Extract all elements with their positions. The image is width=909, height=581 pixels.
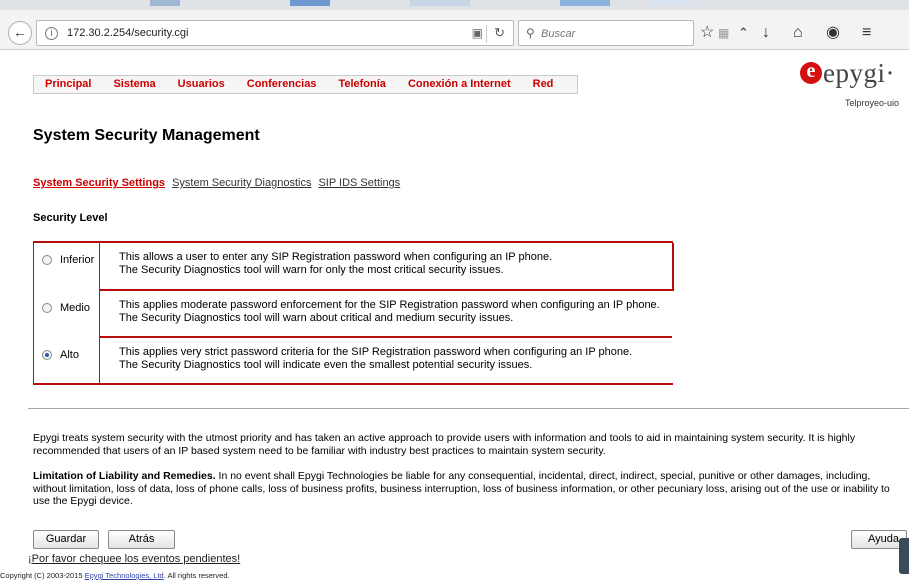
info-icon[interactable]: i: [45, 27, 58, 40]
download-icon[interactable]: ↓: [762, 23, 770, 43]
logo-wordmark: epygi: [823, 58, 886, 88]
main-nav: Principal Sistema Usuarios Conferencias …: [33, 75, 578, 94]
save-button[interactable]: Guardar: [33, 530, 99, 549]
level-description: This applies very strict password criter…: [119, 346, 632, 372]
tab-system-security-diagnostics[interactable]: System Security Diagnostics: [172, 177, 311, 189]
description-line: The Security Diagnostics tool will warn …: [119, 312, 514, 324]
divider: [28, 408, 909, 409]
description-line: This allows a user to enter any SIP Regi…: [119, 251, 553, 263]
level-label[interactable]: Medio: [60, 302, 90, 314]
reload-icon[interactable]: ↻: [494, 25, 505, 41]
tab-strip: [0, 0, 909, 10]
description-line: This applies very strict password criter…: [119, 346, 633, 358]
tab-fragment[interactable]: [150, 0, 180, 6]
tab-system-security-settings[interactable]: System Security Settings: [33, 177, 165, 189]
security-level-table: Inferior This allows a user to enter any…: [33, 241, 674, 385]
nav-item-red[interactable]: Red: [522, 76, 565, 93]
bookmarks-menu-icon[interactable]: ▦: [718, 23, 729, 43]
description-line: The Security Diagnostics tool will indic…: [119, 359, 533, 371]
tab-fragment[interactable]: [650, 0, 690, 6]
pocket-icon[interactable]: ⌃: [738, 23, 749, 43]
hamburger-menu-icon[interactable]: ≡: [862, 23, 871, 43]
epygi-logo: e epygi· Telproyeo-uio: [798, 58, 909, 110]
liability-paragraph: Limitation of Liability and Remedies. In…: [33, 470, 903, 508]
nav-item-telefonia[interactable]: Telefonía: [327, 76, 396, 93]
tab-fragment[interactable]: [560, 0, 610, 6]
description-line: This applies moderate password enforceme…: [119, 299, 660, 311]
logo-trademark-dot: ·: [885, 58, 895, 88]
search-box[interactable]: ⚲: [518, 20, 694, 46]
intro-paragraph: Epygi treats system security with the ut…: [33, 432, 856, 457]
browser-toolbar: ← i 172.30.2.254/security.cgi ▣ ↻ ⚲ ☆ ▦ …: [0, 10, 909, 50]
logo-mark-icon: e: [800, 61, 822, 84]
back-arrow-icon[interactable]: ←: [8, 21, 32, 45]
nav-item-conferencias[interactable]: Conferencias: [236, 76, 328, 93]
nav-item-principal[interactable]: Principal: [34, 76, 102, 93]
tab-sip-ids-settings[interactable]: SIP IDS Settings: [318, 177, 400, 189]
row-border: [672, 243, 674, 291]
tab-fragment[interactable]: [290, 0, 330, 6]
divider: [486, 25, 487, 43]
security-level-label: Security Level: [33, 212, 108, 224]
nav-item-conexion-internet[interactable]: Conexión a Internet: [397, 76, 522, 93]
reader-view-icon[interactable]: ▣: [472, 26, 483, 40]
level-option[interactable]: Medio: [34, 291, 100, 338]
page-title: System Security Management: [33, 127, 260, 144]
copyright-suffix: . All rights reserved.: [163, 571, 230, 580]
description-line: The Security Diagnostics tool will warn …: [119, 264, 504, 276]
epygi-link[interactable]: Epygi Technologies, Ltd: [85, 571, 164, 580]
level-description: This allows a user to enter any SIP Regi…: [119, 251, 552, 277]
url-text[interactable]: 172.30.2.254/security.cgi: [67, 27, 188, 39]
side-widget[interactable]: [899, 538, 909, 574]
copyright-prefix: Copyright (C) 2003-2015: [0, 571, 85, 580]
bookmark-star-icon[interactable]: ☆: [700, 23, 714, 43]
level-description: This applies moderate password enforceme…: [119, 299, 660, 325]
sub-tabs: System Security Settings System Security…: [33, 177, 400, 189]
chat-icon[interactable]: ◉: [826, 23, 840, 43]
level-option[interactable]: Alto: [34, 338, 100, 385]
home-icon[interactable]: ⌂: [793, 23, 803, 43]
level-option[interactable]: Inferior: [34, 243, 100, 291]
nav-item-sistema[interactable]: Sistema: [102, 76, 166, 93]
address-bar[interactable]: i 172.30.2.254/security.cgi ▣ ↻: [36, 20, 514, 46]
liability-heading: Limitation of Liability and Remedies.: [33, 470, 216, 482]
level-label[interactable]: Inferior: [60, 254, 94, 266]
back-button[interactable]: Atrás: [108, 530, 175, 549]
security-level-row-inferior: Inferior This allows a user to enter any…: [34, 243, 674, 291]
radio-inferior[interactable]: [42, 255, 52, 265]
pending-events-link[interactable]: ¡Por favor chequee los eventos pendiente…: [28, 553, 240, 565]
copyright: Copyright (C) 2003-2015 Epygi Technologi…: [0, 571, 230, 580]
security-level-row-medio: Medio This applies moderate password enf…: [34, 291, 674, 338]
nav-item-usuarios[interactable]: Usuarios: [167, 76, 236, 93]
radio-alto[interactable]: [42, 350, 52, 360]
search-input[interactable]: [541, 25, 689, 42]
search-icon: ⚲: [526, 26, 535, 40]
device-hostname: Telproyeo-uio: [845, 98, 900, 108]
radio-medio[interactable]: [42, 303, 52, 313]
tab-fragment[interactable]: [410, 0, 470, 6]
logo-name: epygi·: [823, 58, 895, 89]
security-level-row-alto: Alto This applies very strict password c…: [34, 338, 674, 385]
level-label[interactable]: Alto: [60, 349, 79, 361]
